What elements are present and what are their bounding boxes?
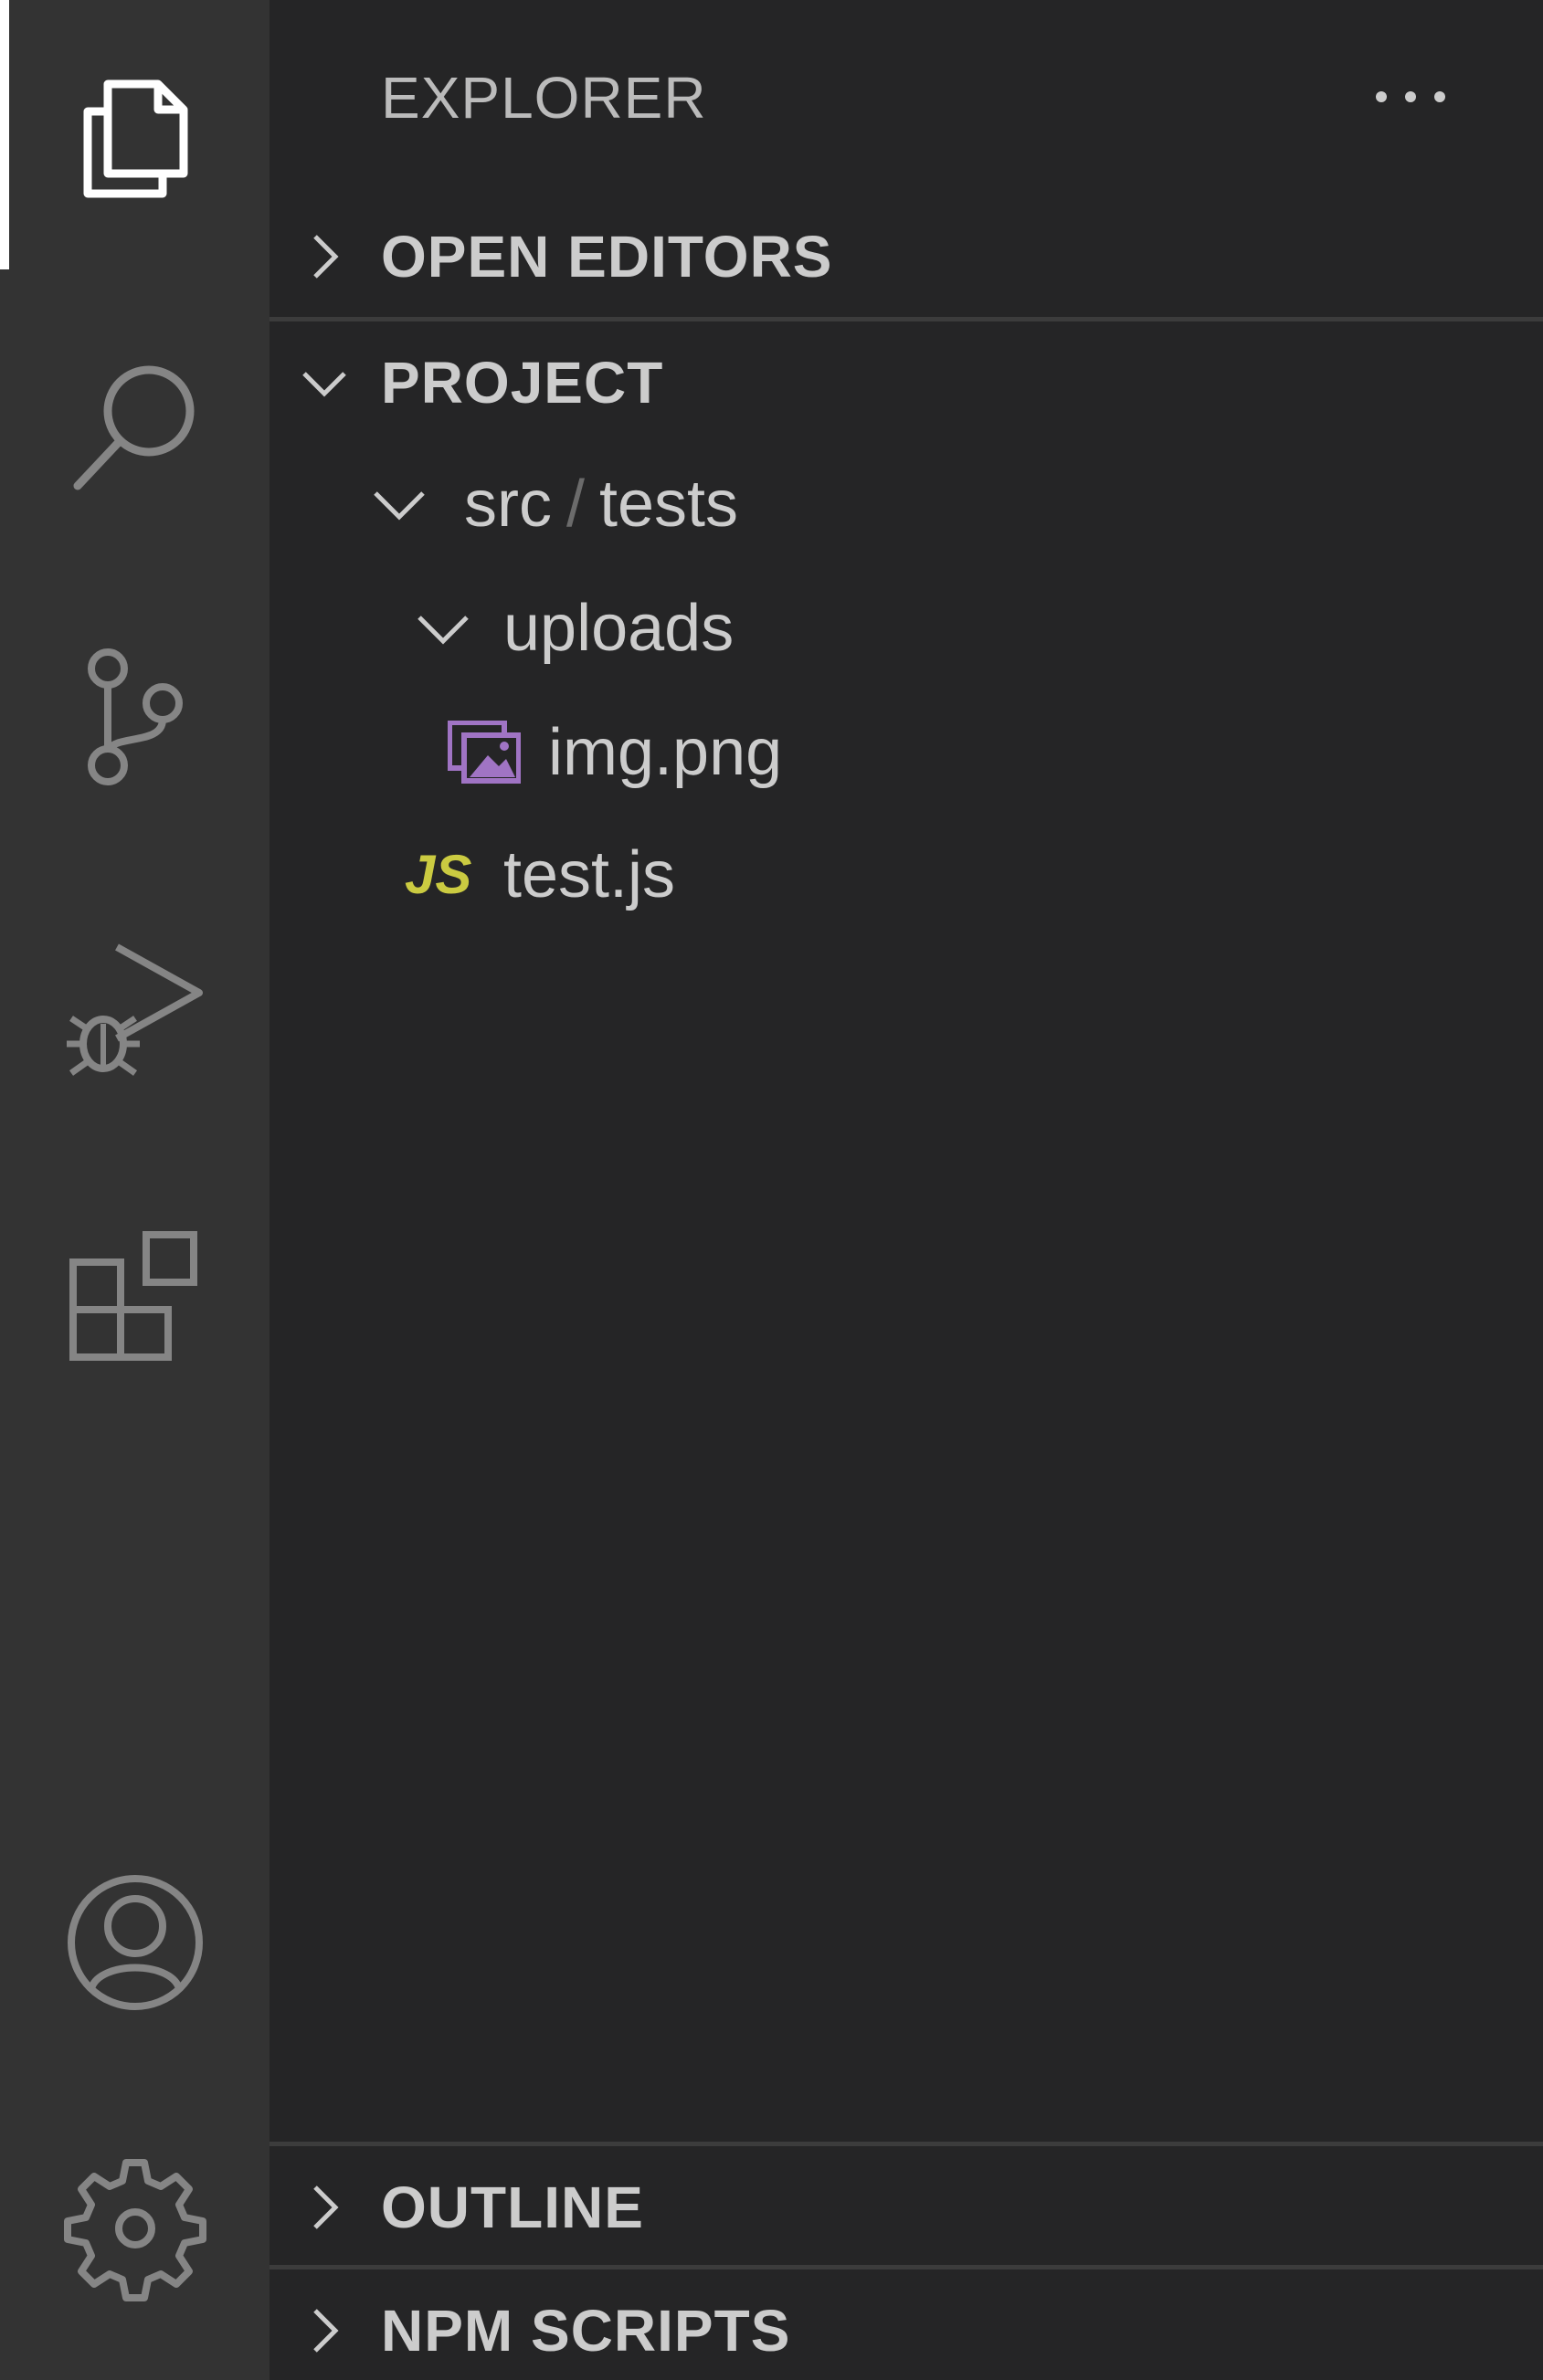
section-label: PROJECT xyxy=(381,350,664,416)
section-label: NPM SCRIPTS xyxy=(381,2298,791,2364)
source-control-button[interactable] xyxy=(0,644,269,790)
path-separator: / xyxy=(565,468,585,541)
chevron-down-icon xyxy=(302,372,346,397)
chevron-down-icon xyxy=(374,491,425,521)
tree-file-test-js[interactable]: JS test.js xyxy=(269,814,1543,936)
file-label: img.png xyxy=(548,716,783,789)
section-divider xyxy=(269,317,1543,321)
section-npm-scripts[interactable]: NPM SCRIPTS xyxy=(269,2270,1543,2380)
file-label: test.js xyxy=(503,838,676,911)
manage-button[interactable] xyxy=(0,2155,269,2301)
section-open-editors[interactable]: OPEN EDITORS xyxy=(269,196,1543,317)
account-icon xyxy=(67,1875,203,2010)
chevron-down-icon xyxy=(417,616,469,645)
run-debug-icon xyxy=(66,943,203,1076)
ellipsis-icon xyxy=(1376,91,1445,102)
extensions-icon xyxy=(69,1231,197,1361)
tree-folder-uploads[interactable]: uploads xyxy=(269,567,1543,690)
search-button[interactable] xyxy=(0,352,269,498)
section-divider xyxy=(269,2142,1543,2146)
accounts-button[interactable] xyxy=(0,1869,269,2016)
gear-icon xyxy=(63,2159,206,2301)
search-icon xyxy=(73,365,194,490)
section-label: OUTLINE xyxy=(381,2175,644,2240)
more-actions-button[interactable] xyxy=(1360,60,1461,133)
source-control-icon xyxy=(87,648,183,785)
js-file-icon: JS xyxy=(405,844,472,905)
vscode-window: EXPLORER OPEN EDITORS PROJECT src / test… xyxy=(0,0,1543,2380)
section-divider xyxy=(269,2265,1543,2269)
section-project[interactable]: PROJECT xyxy=(269,322,1543,443)
run-debug-button[interactable] xyxy=(0,936,269,1082)
tree-folder-src-tests[interactable]: src / tests xyxy=(269,443,1543,565)
folder-src-label: src xyxy=(464,468,552,541)
sidebar-title: EXPLORER xyxy=(381,65,707,131)
explorer-sidebar: EXPLORER OPEN EDITORS PROJECT src / test… xyxy=(269,0,1543,2380)
folder-label: src / tests xyxy=(464,443,738,565)
section-outline[interactable]: OUTLINE xyxy=(269,2147,1543,2268)
chevron-right-icon xyxy=(313,235,339,279)
section-label: OPEN EDITORS xyxy=(381,224,833,290)
chevron-right-icon xyxy=(313,2185,339,2229)
folder-label: uploads xyxy=(503,592,735,665)
tree-file-img-png[interactable]: img.png xyxy=(269,691,1543,814)
activity-bar xyxy=(0,0,269,2380)
image-file-icon xyxy=(448,721,521,784)
explorer-button[interactable] xyxy=(0,61,269,207)
extensions-button[interactable] xyxy=(0,1224,269,1370)
chevron-right-icon xyxy=(313,2309,339,2353)
files-icon xyxy=(83,79,187,198)
folder-tests-label: tests xyxy=(599,468,739,541)
